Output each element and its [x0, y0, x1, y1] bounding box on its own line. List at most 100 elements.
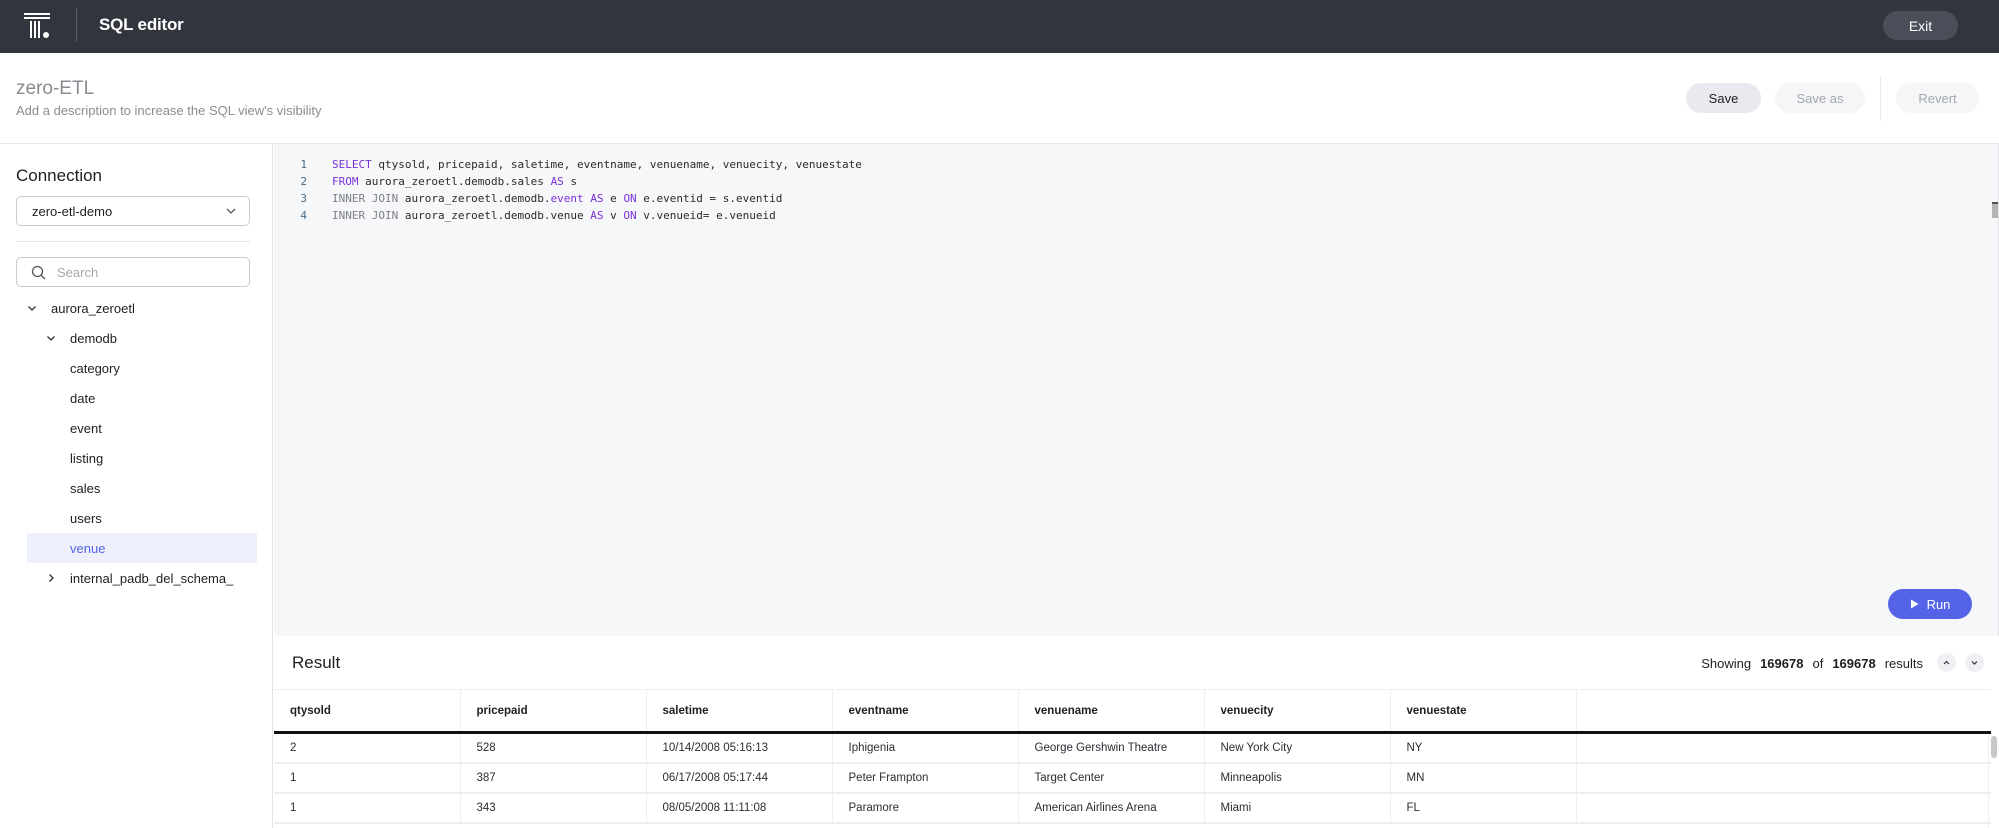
sql-editor[interactable]: 1 SELECT qtysold, pricepaid, saletime, e…	[274, 144, 1999, 636]
table-row: 1 387 06/17/2008 05:17:44 Peter Frampton…	[274, 762, 1991, 794]
chevron-down-icon[interactable]	[46, 333, 56, 343]
code-text[interactable]: INNER JOIN aurora_zeroetl.demodb.venue A…	[332, 207, 776, 224]
table-cell: American Airlines Arena	[1018, 792, 1205, 824]
tree-item-label: date	[70, 390, 96, 406]
tree-item-label: venue	[70, 540, 106, 556]
column-header[interactable]: venuecity	[1204, 689, 1391, 734]
column-header[interactable]: saletime	[646, 689, 833, 734]
code-text[interactable]: SELECT qtysold, pricepaid, saletime, eve…	[332, 156, 862, 173]
search-icon	[31, 265, 46, 280]
sidebar-divider	[16, 241, 250, 242]
code-line: 3 INNER JOIN aurora_zeroetl.demodb.event…	[274, 190, 782, 207]
tree-item-venue[interactable]: venue	[27, 533, 257, 563]
table-cell: 06/17/2008 05:17:44	[646, 762, 833, 794]
shown-count: 169678	[1760, 656, 1804, 671]
topbar-divider	[76, 8, 77, 42]
revert-button[interactable]: Revert	[1896, 83, 1979, 113]
table-cell: Peter Frampton	[832, 762, 1019, 794]
table-cell: Paramore	[832, 792, 1019, 824]
results-label: results	[1884, 656, 1923, 671]
table-cell: New York City	[1204, 732, 1391, 764]
table-cell: 10/14/2008 05:16:13	[646, 732, 833, 764]
code-keyword: AS	[550, 175, 564, 188]
line-number: 3	[300, 192, 307, 205]
editor-scrollbar[interactable]	[1992, 202, 1998, 218]
run-button[interactable]: Run	[1888, 589, 1972, 619]
header-divider	[1880, 76, 1881, 121]
column-header[interactable]: venuename	[1018, 689, 1205, 734]
line-number: 4	[300, 209, 307, 222]
showing-label: Showing	[1701, 656, 1752, 671]
sidebar: Connection zero-etl-demo Search aurora_z…	[0, 144, 273, 828]
save-as-button[interactable]: Save as	[1775, 83, 1865, 113]
top-bar: SQL editor Exit	[0, 0, 1999, 53]
search-input[interactable]: Search	[16, 257, 250, 287]
chevron-up-icon	[1943, 660, 1950, 665]
code-token: e.eventid = s.eventid	[636, 192, 783, 205]
collapse-result-button[interactable]	[1937, 653, 1956, 672]
view-header: zero-ETL Add a description to increase t…	[0, 53, 1999, 144]
table-cell: 1	[274, 762, 461, 794]
tree-item-date[interactable]: date	[27, 383, 257, 413]
save-button[interactable]: Save	[1686, 83, 1761, 113]
table-cell: FL	[1390, 792, 1577, 824]
code-line: 2 FROM aurora_zeroetl.demodb.sales AS s	[274, 173, 577, 190]
table-cell: Iphigenia	[832, 732, 1019, 764]
tree-item-event[interactable]: event	[27, 413, 257, 443]
tree-item-category[interactable]: category	[27, 353, 257, 383]
code-token: e	[603, 192, 624, 205]
code-token: aurora_zeroetl.demodb.sales	[358, 175, 551, 188]
tree-item-label: listing	[70, 450, 104, 466]
table-cell: 08/05/2008 11:11:08	[646, 792, 833, 824]
column-header[interactable]: eventname	[832, 689, 1019, 734]
exit-button[interactable]: Exit	[1883, 11, 1958, 40]
table-cell: Minneapolis	[1204, 762, 1391, 794]
tree-item-label: demodb	[70, 330, 117, 346]
table-cell-empty	[1576, 792, 1991, 824]
table-row: 2 528 10/14/2008 05:16:13 Iphigenia Geor…	[274, 732, 1991, 764]
tree-item-label: category	[70, 360, 120, 376]
column-header[interactable]: venuestate	[1390, 689, 1577, 734]
tree-item-users[interactable]: users	[27, 503, 257, 533]
thoughtspot-logo-icon[interactable]	[24, 12, 52, 40]
table-cell: 528	[460, 732, 647, 764]
code-token: aurora_zeroetl.demodb.	[398, 192, 551, 205]
code-keyword: INNER JOIN	[332, 192, 399, 205]
view-description[interactable]: Add a description to increase the SQL vi…	[16, 103, 321, 118]
view-title[interactable]: zero-ETL	[16, 78, 94, 100]
of-label: of	[1812, 656, 1824, 671]
code-line: 4 INNER JOIN aurora_zeroetl.demodb.venue…	[274, 207, 776, 224]
expand-result-button[interactable]	[1965, 653, 1984, 672]
code-text[interactable]: INNER JOIN aurora_zeroetl.demodb.event A…	[332, 190, 782, 207]
code-token: aurora_zeroetl.demodb.venue	[398, 209, 591, 222]
tree-item-aurora-zeroetl[interactable]: aurora_zeroetl	[27, 293, 257, 323]
table-cell: NY	[1390, 732, 1577, 764]
column-header[interactable]: qtysold	[274, 689, 461, 734]
table-cell: Miami	[1204, 792, 1391, 824]
tree-item-listing[interactable]: listing	[27, 443, 257, 473]
chevron-right-icon[interactable]	[46, 573, 56, 583]
connection-select[interactable]: zero-etl-demo	[16, 196, 250, 226]
table-cell-empty	[1576, 762, 1991, 794]
column-header[interactable]: pricepaid	[460, 689, 647, 734]
tree-item-demodb[interactable]: demodb	[46, 323, 257, 353]
table-cell: 343	[460, 792, 647, 824]
play-icon	[1910, 599, 1919, 609]
table-cell: MN	[1390, 762, 1577, 794]
table-scrollbar[interactable]	[1991, 736, 1997, 758]
tree-item-internal-padb-del-schema[interactable]: internal_padb_del_schema_	[46, 563, 257, 593]
result-table: qtysold pricepaid saletime eventname ven…	[274, 689, 1991, 824]
code-keyword: ON	[623, 209, 637, 222]
chevron-down-icon	[226, 208, 236, 214]
line-number: 2	[300, 175, 307, 188]
table-cell: Target Center	[1018, 762, 1205, 794]
tree-item-label: users	[70, 510, 102, 526]
app-title: SQL editor	[99, 15, 184, 34]
code-text[interactable]: FROM aurora_zeroetl.demodb.sales AS s	[332, 173, 577, 190]
tree-item-sales[interactable]: sales	[27, 473, 257, 503]
search-placeholder: Search	[57, 264, 99, 280]
chevron-down-icon[interactable]	[27, 303, 37, 313]
table-cell: 2	[274, 732, 461, 764]
code-token: v.venueid= e.venueid	[636, 209, 776, 222]
table-cell: 1	[274, 792, 461, 824]
